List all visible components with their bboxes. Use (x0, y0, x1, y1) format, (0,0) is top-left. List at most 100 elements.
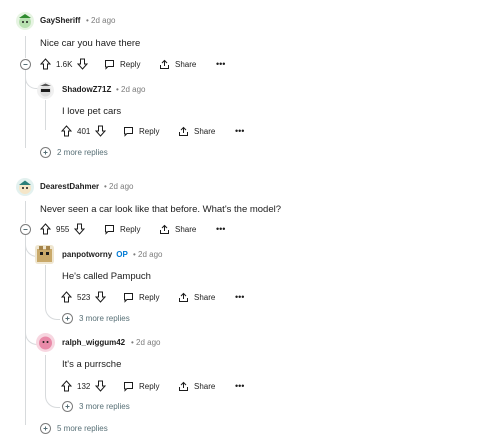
arrow-down-icon[interactable] (95, 380, 107, 392)
expand-button[interactable] (62, 313, 73, 324)
speech-bubble-icon (124, 126, 133, 137)
comment-username[interactable]: ShadowZ71Z (62, 85, 111, 94)
comment-text: It's a purrsche (62, 359, 122, 370)
comment-timestamp: • 2d ago (104, 182, 134, 191)
arrow-down-icon[interactable] (95, 291, 107, 303)
collapse-thread-button[interactable] (20, 224, 31, 235)
plus-circle-icon (43, 426, 48, 431)
comment-text: He's called Pampuch (62, 271, 151, 282)
reply-button[interactable]: Reply (123, 126, 161, 137)
avatar[interactable] (37, 82, 54, 99)
comment-timestamp: • 2d ago (86, 16, 116, 25)
reply-button[interactable]: Reply (123, 292, 161, 303)
share-icon (160, 224, 169, 234)
more-replies-link[interactable]: 5 more replies (40, 423, 108, 434)
comment-text: Nice car you have there (40, 38, 141, 49)
vote-group: 132 (61, 380, 111, 392)
plus-circle-icon (65, 404, 70, 409)
vote-group: 401 (61, 125, 111, 137)
avatar[interactable] (35, 245, 54, 264)
more-replies-label: 3 more replies (79, 402, 130, 411)
thread-line (45, 265, 46, 305)
more-replies-label: 3 more replies (79, 314, 130, 323)
comment-actions: 1.6K Reply Share ••• (40, 57, 225, 71)
comment-actions: 401 Reply Share ••• (61, 124, 244, 138)
reply-label: Reply (139, 292, 160, 302)
plus-circle-icon (43, 150, 48, 155)
reply-button[interactable]: Reply (104, 59, 142, 70)
share-icon (179, 126, 188, 136)
minus-circle-icon (23, 64, 28, 65)
share-label: Share (194, 292, 216, 302)
expand-button[interactable] (62, 401, 73, 412)
ellipsis-icon[interactable]: ••• (235, 126, 244, 136)
vote-group: 1.6K (40, 58, 90, 70)
plus-circle-icon (65, 316, 70, 321)
arrow-up-icon[interactable] (61, 125, 72, 137)
share-icon (179, 381, 188, 391)
share-label: Share (175, 224, 197, 234)
ellipsis-icon[interactable]: ••• (216, 59, 225, 69)
avatar[interactable] (36, 333, 55, 352)
share-icon (179, 292, 188, 302)
reply-button[interactable]: Reply (104, 224, 142, 235)
comment-text: I love pet cars (62, 106, 122, 117)
share-label: Share (194, 381, 216, 391)
more-replies-link[interactable]: 3 more replies (62, 401, 130, 412)
share-icon (160, 59, 169, 69)
arrow-down-icon[interactable] (77, 58, 89, 70)
op-badge: OP (116, 250, 128, 259)
arrow-up-icon[interactable] (40, 223, 51, 235)
more-replies-label: 5 more replies (57, 424, 108, 433)
comment-username[interactable]: ralph_wiggum42 (62, 338, 125, 347)
arrow-down-icon[interactable] (74, 223, 86, 235)
speech-bubble-icon (124, 381, 133, 392)
thread-line (25, 36, 26, 58)
comment-username[interactable]: panpotworny OP (62, 250, 128, 259)
share-button[interactable]: Share (159, 224, 204, 235)
comment-username[interactable]: DearestDahmer (40, 182, 99, 191)
thread-connector (45, 393, 60, 408)
thread-line (45, 100, 46, 130)
vote-group: 955 (40, 223, 90, 235)
expand-button[interactable] (40, 147, 51, 158)
share-button[interactable]: Share (178, 126, 223, 137)
share-button[interactable]: Share (178, 381, 223, 392)
more-replies-label: 2 more replies (57, 148, 108, 157)
comment-actions: 523 Reply Share ••• (61, 290, 244, 304)
share-button[interactable]: Share (159, 59, 204, 70)
comment-text: Never seen a car look like that before. … (40, 204, 282, 215)
comment-timestamp: • 2d ago (133, 250, 163, 259)
vote-count: 132 (77, 381, 91, 391)
vote-count: 523 (77, 292, 91, 302)
reply-label: Reply (120, 224, 141, 234)
expand-button[interactable] (40, 423, 51, 434)
comment-username[interactable]: GaySheriff (40, 16, 80, 25)
vote-count: 955 (56, 224, 70, 234)
vote-count: 1.6K (56, 59, 73, 69)
reply-button[interactable]: Reply (123, 381, 161, 392)
arrow-up-icon[interactable] (61, 291, 72, 303)
thread-connector (45, 305, 60, 320)
avatar[interactable] (16, 178, 34, 196)
minus-circle-icon (23, 229, 28, 230)
reply-label: Reply (139, 126, 160, 136)
ellipsis-icon[interactable]: ••• (235, 381, 244, 391)
speech-bubble-icon (105, 224, 114, 235)
arrow-up-icon[interactable] (61, 380, 72, 392)
ellipsis-icon[interactable]: ••• (235, 292, 244, 302)
ellipsis-icon[interactable]: ••• (216, 224, 225, 234)
thread-line (25, 201, 26, 223)
reply-label: Reply (139, 381, 160, 391)
collapse-thread-button[interactable] (20, 59, 31, 70)
avatar[interactable] (16, 12, 34, 30)
more-replies-link[interactable]: 2 more replies (40, 147, 108, 158)
vote-group: 523 (61, 291, 111, 303)
arrow-up-icon[interactable] (40, 58, 51, 70)
share-label: Share (194, 126, 216, 136)
arrow-down-icon[interactable] (95, 125, 107, 137)
comment-timestamp: • 2d ago (116, 85, 146, 94)
more-replies-link[interactable]: 3 more replies (62, 313, 130, 324)
reply-label: Reply (120, 59, 141, 69)
share-button[interactable]: Share (178, 292, 223, 303)
